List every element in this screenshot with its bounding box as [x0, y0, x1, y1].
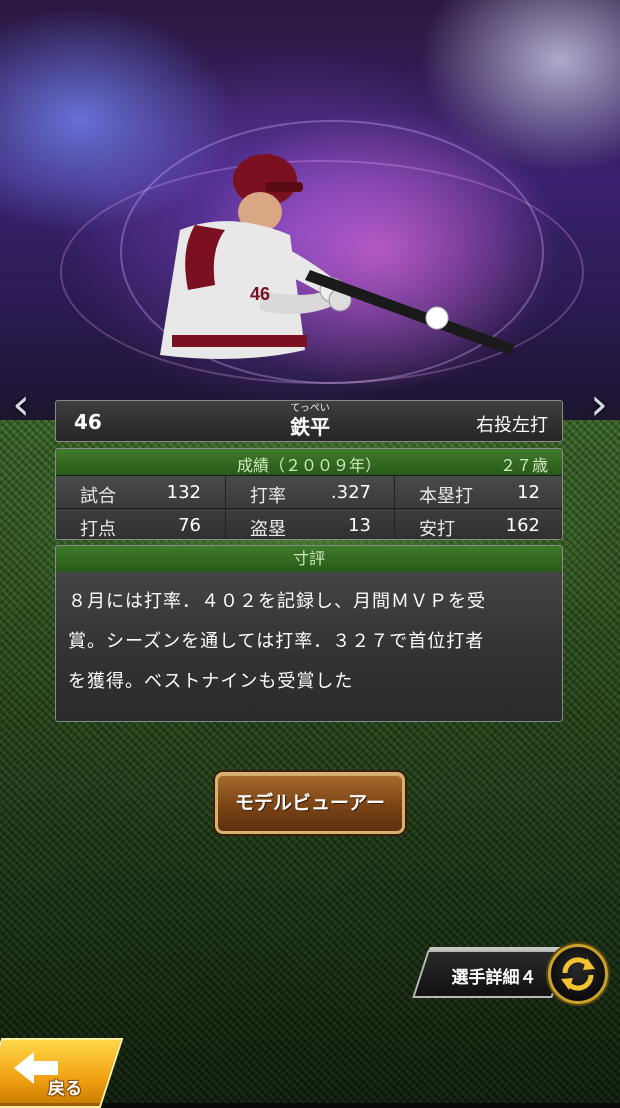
stat-value: 132	[166, 482, 201, 503]
next-player-chevron-right-icon[interactable]: ›	[584, 383, 614, 427]
comment-line: を獲得。ベストナインも受賞した	[68, 671, 354, 692]
stat-label: 盗塁	[250, 519, 286, 540]
stat-label: 安打	[419, 519, 455, 540]
svg-text:46: 46	[250, 284, 270, 304]
model-viewer-button[interactable]: モデルビューアー	[215, 772, 405, 834]
stat-value: 12	[517, 482, 540, 503]
stat-value: 162	[505, 515, 540, 536]
stat-games: 試合 132	[56, 476, 225, 508]
stat-stolen-bases: 盗塁 13	[225, 509, 395, 540]
comment-line: ８月には打率．４０２を記録し、月間ＭＶＰを受	[68, 591, 486, 612]
stat-value: .327	[330, 482, 371, 503]
stat-hits: 安打 162	[394, 509, 562, 540]
player-name-bar: 46 てっぺい 鉄平 右投左打	[55, 400, 563, 442]
player-detail-label[interactable]: 選手詳細４	[434, 963, 554, 988]
stats-row: 打点 76 盗塁 13 安打 162	[56, 508, 562, 540]
stat-label: 本塁打	[419, 486, 473, 507]
comment-line: 賞。シーズンを通しては打率．３２７で首位打者	[68, 631, 485, 652]
prev-player-chevron-left-icon[interactable]: ‹	[6, 383, 36, 427]
throw-bat-info: 右投左打	[476, 415, 548, 436]
stat-rbi: 打点 76	[56, 509, 225, 540]
stat-label: 試合	[80, 486, 116, 507]
stat-home-runs: 本塁打 12	[394, 476, 562, 508]
comment-panel: 寸評 ８月には打率．４０２を記録し、月間ＭＶＰを受 賞。シーズンを通しては打率．…	[55, 545, 563, 722]
player-image: 46	[160, 154, 515, 359]
stats-panel: 成績（２００９年） ２７歳 試合 132 打率 .327 本塁打 12 打点 7…	[55, 448, 563, 540]
stat-value: 76	[178, 515, 201, 536]
comment-body: ８月には打率．４０２を記録し、月間ＭＶＰを受 賞。シーズンを通しては打率．３２７…	[56, 572, 562, 702]
comment-title: 寸評	[56, 546, 562, 572]
stat-label: 打点	[80, 519, 116, 540]
stats-row: 試合 132 打率 .327 本塁打 12	[56, 475, 562, 508]
stats-header: 成績（２００９年） ２７歳	[56, 449, 562, 475]
age-label: ２７歳	[499, 456, 548, 475]
season-label: 成績（２００９年）	[236, 456, 381, 475]
stat-value: 13	[348, 515, 371, 536]
stat-label: 打率	[250, 486, 286, 507]
back-label[interactable]: 戻る	[48, 1074, 82, 1099]
swap-arrows-icon[interactable]	[548, 944, 608, 1004]
stat-batting-average: 打率 .327	[225, 476, 395, 508]
